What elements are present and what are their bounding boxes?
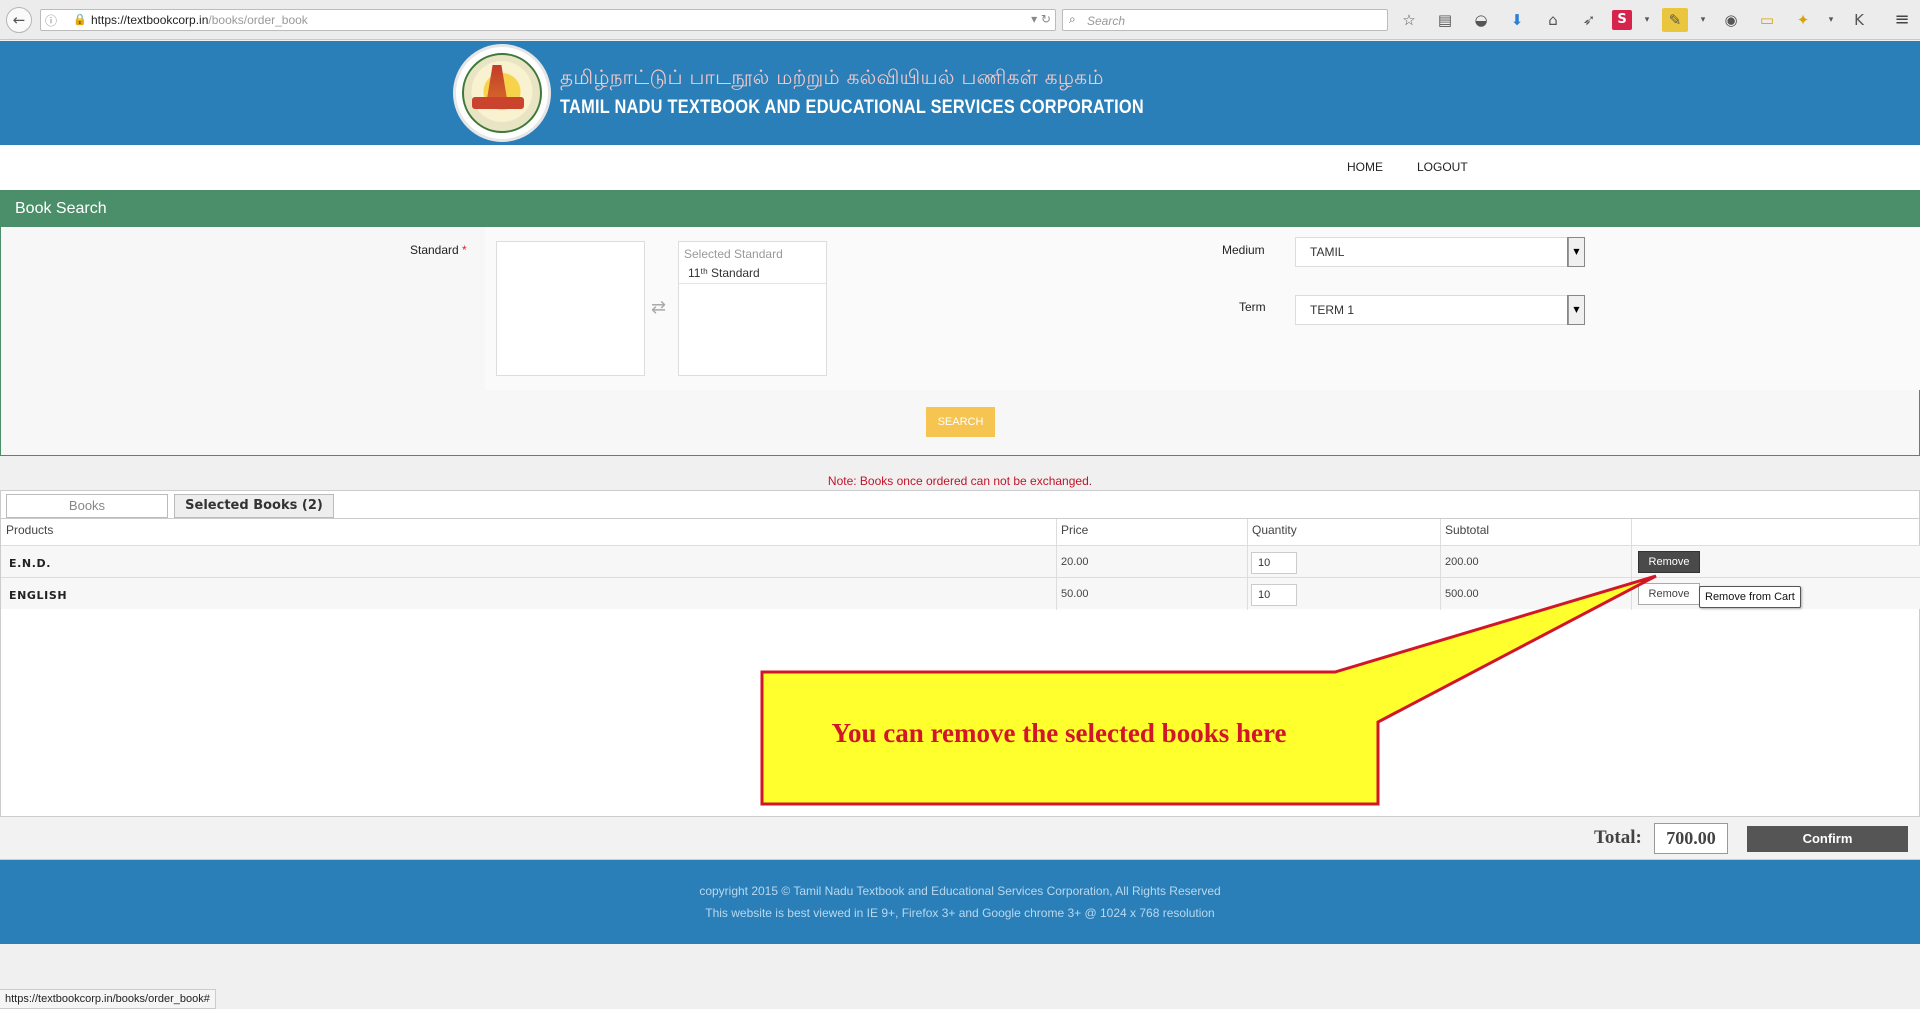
chevron-down-icon[interactable]: ▼ xyxy=(1567,237,1585,267)
chevron-down-icon[interactable]: ▾ xyxy=(1826,8,1836,32)
back-icon[interactable]: ← xyxy=(6,7,32,33)
toolbar-icons: ☆ ▤ ◒ ⬇ ⌂ ➶ S ▾ ✎ ▾ ◉ ▭ ✦ ▾ K xyxy=(1396,8,1872,32)
column-divider xyxy=(1631,578,1632,610)
emblem-base xyxy=(472,97,524,109)
product-subtotal: 200.00 xyxy=(1445,556,1479,568)
column-divider xyxy=(1056,578,1057,610)
extension-icon[interactable]: ✦ xyxy=(1790,8,1816,32)
column-divider xyxy=(1247,578,1248,610)
product-price: 50.00 xyxy=(1061,588,1089,600)
total-value: 700.00 xyxy=(1654,823,1728,854)
tab-selected-books[interactable]: Selected Books (2) xyxy=(174,494,334,518)
selected-standard-item[interactable]: 11ᵗʰ Standard xyxy=(679,262,826,284)
medium-label: Medium xyxy=(1222,243,1265,257)
product-subtotal: 500.00 xyxy=(1445,588,1479,600)
medium-select[interactable]: TAMIL ▼ xyxy=(1295,237,1585,267)
lock-icon: 🔒 xyxy=(73,13,87,26)
tab-books[interactable]: Books xyxy=(6,494,168,518)
term-value: TERM 1 xyxy=(1310,303,1355,317)
column-divider xyxy=(1247,546,1248,578)
home-icon[interactable]: ⌂ xyxy=(1540,8,1566,32)
selected-standard-caption: Selected Standard xyxy=(684,247,783,261)
send-icon[interactable]: ➶ xyxy=(1576,8,1602,32)
footer-browser-note: This website is best viewed in IE 9+, Fi… xyxy=(705,906,1215,920)
column-divider xyxy=(1631,519,1632,545)
hamburger-menu-icon[interactable]: ≡ xyxy=(1890,8,1914,32)
column-divider xyxy=(1056,519,1057,545)
header-price: Price xyxy=(1061,523,1089,537)
search-button[interactable]: SEARCH xyxy=(926,407,995,437)
confirm-button[interactable]: Confirm xyxy=(1747,826,1908,852)
status-bar-url: https://textbookcorp.in/books/order_book… xyxy=(0,989,216,1009)
column-divider xyxy=(1247,519,1248,545)
panel-title: Book Search xyxy=(1,191,1919,227)
remove-button[interactable]: Remove xyxy=(1638,551,1700,573)
total-label: Total: xyxy=(1594,827,1642,848)
footer-copyright: copyright 2015 © Tamil Nadu Textbook and… xyxy=(699,884,1221,898)
header-subtotal: Subtotal xyxy=(1445,523,1490,537)
table-row: E.N.D. 20.00 10 200.00 xyxy=(1,545,1920,578)
cart-area: Books Selected Books (2) Products Price … xyxy=(0,490,1920,860)
download-icon[interactable]: ⬇ xyxy=(1504,8,1530,32)
swap-arrows-icon[interactable]: ⇄ xyxy=(651,297,666,318)
org-name-tamil: தமிழ்நாட்டுப் பாடநூல் மற்றும் கல்வியியல்… xyxy=(560,65,1104,89)
standard-label: Standard * xyxy=(410,243,467,257)
table-row: ENGLISH 50.00 10 500.00 xyxy=(1,577,1920,610)
chat-icon[interactable]: ◉ xyxy=(1718,8,1744,32)
exchange-note: Note: Books once ordered can not be exch… xyxy=(827,474,1093,488)
remove-button[interactable]: Remove xyxy=(1638,583,1700,605)
required-mark: * xyxy=(462,243,467,257)
chevron-down-icon[interactable]: ▾ xyxy=(1642,8,1652,32)
quantity-input[interactable]: 10 xyxy=(1251,584,1297,606)
bookmark-star-icon[interactable]: ☆ xyxy=(1396,8,1422,32)
selected-standards-list[interactable]: Selected Standard 11ᵗʰ Standard xyxy=(678,241,827,376)
search-icon: ⌕ xyxy=(1069,12,1076,26)
product-name: E.N.D. xyxy=(9,557,51,570)
browser-search-input[interactable]: ⌕ Search xyxy=(1062,9,1388,31)
column-divider xyxy=(1056,546,1057,578)
column-divider xyxy=(1440,546,1441,578)
logo xyxy=(453,44,551,142)
pocket-icon[interactable]: ◒ xyxy=(1468,8,1494,32)
available-standards-list[interactable] xyxy=(496,241,645,376)
total-bar: Total: 700.00 Confirm xyxy=(0,816,1920,860)
reading-list-icon[interactable]: ▤ xyxy=(1432,8,1458,32)
nav-logout-link[interactable]: LOGOUT xyxy=(1417,160,1468,174)
header-products: Products xyxy=(6,523,54,537)
search-placeholder: Search xyxy=(1087,14,1126,28)
remove-tooltip: Remove from Cart xyxy=(1699,586,1801,608)
term-label: Term xyxy=(1239,300,1266,314)
url-text[interactable]: https://textbookcorp.in/books/order_book xyxy=(91,13,308,27)
address-bar[interactable]: ⓘ 🔒 https://textbookcorp.in/books/order_… xyxy=(40,9,1056,31)
medium-value: TAMIL xyxy=(1310,245,1345,259)
nav-home-link[interactable]: HOME xyxy=(1347,160,1383,174)
browser-toolbar: ← ⓘ 🔒 https://textbookcorp.in/books/orde… xyxy=(0,0,1920,40)
column-divider xyxy=(1631,546,1632,578)
pencil-icon[interactable]: ✎ xyxy=(1662,8,1688,32)
column-divider xyxy=(1440,578,1441,610)
top-nav: HOME LOGOUT xyxy=(0,145,1920,190)
chevron-down-icon[interactable]: ▾ xyxy=(1698,8,1708,32)
callout-text: You can remove the selected books here xyxy=(831,718,1287,748)
notes-icon[interactable]: ▭ xyxy=(1754,8,1780,32)
extension-s-icon[interactable]: S xyxy=(1612,10,1632,30)
column-divider xyxy=(1440,519,1441,545)
site-header: தமிழ்நாட்டுப் பாடநூல் மற்றும் கல்வியியல்… xyxy=(0,41,1920,145)
k-extension-icon[interactable]: K xyxy=(1846,8,1872,32)
reload-icon[interactable]: ▾ ↻ xyxy=(1031,12,1051,26)
org-name-english: TAMIL NADU TEXTBOOK AND EDUCATIONAL SERV… xyxy=(560,97,1144,118)
term-select[interactable]: TERM 1 ▼ xyxy=(1295,295,1585,325)
chevron-down-icon[interactable]: ▼ xyxy=(1567,295,1585,325)
product-name: ENGLISH xyxy=(9,589,68,602)
book-search-panel: Book Search Standard * ⇄ Selected Standa… xyxy=(0,190,1920,456)
header-quantity: Quantity xyxy=(1252,523,1297,537)
panel-body: Standard * ⇄ Selected Standard 11ᵗʰ Stan… xyxy=(1,227,1920,455)
info-icon[interactable]: ⓘ xyxy=(45,12,57,29)
quantity-input[interactable]: 10 xyxy=(1251,552,1297,574)
product-price: 20.00 xyxy=(1061,556,1089,568)
footer: copyright 2015 © Tamil Nadu Textbook and… xyxy=(0,860,1920,944)
